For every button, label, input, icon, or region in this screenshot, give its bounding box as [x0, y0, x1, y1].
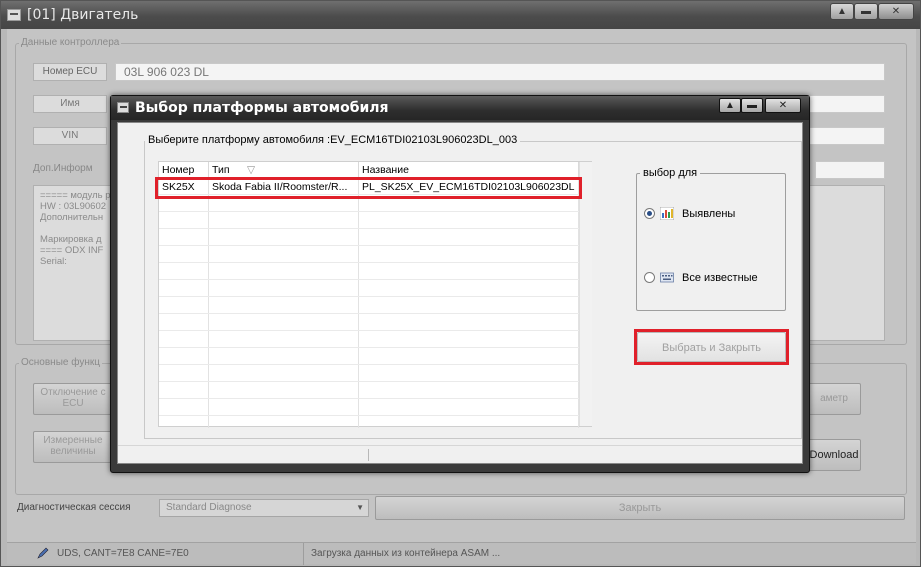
dialog-title: Выбор платформы автомобиля: [135, 100, 389, 116]
table-row: [159, 281, 579, 297]
disconnect-ecu-button[interactable]: Отключение с ECU: [33, 383, 113, 415]
table-row: [159, 332, 579, 348]
dialog-status-strip: [118, 445, 802, 463]
ecu-number-label: Номер ECU: [33, 63, 107, 81]
keyboard-icon: [660, 271, 674, 284]
info-line: Дополнительн: [40, 212, 104, 223]
radio-all-known[interactable]: [644, 272, 655, 283]
measured-values-button[interactable]: Измеренные величины: [33, 431, 113, 463]
close-button[interactable]: ✕: [878, 3, 914, 20]
minimize-button[interactable]: ▲: [830, 3, 854, 20]
radio-detected[interactable]: [644, 208, 655, 219]
table-row: [159, 315, 579, 331]
session-select[interactable]: Standard Diagnose ▼: [159, 499, 369, 517]
table-row: [159, 400, 579, 416]
status-divider: [368, 449, 369, 461]
sort-arrow-icon: ▽: [247, 164, 256, 176]
dialog-body: Выберите платформу автомобиля :EV_ECM16T…: [117, 122, 803, 464]
status-message: Загрузка данных из контейнера ASAM ...: [311, 548, 501, 559]
close-main-button[interactable]: Закрыть: [375, 496, 905, 520]
info-line: Serial:: [40, 256, 67, 267]
info-line: [40, 223, 111, 234]
table-row: [159, 366, 579, 382]
parameter-button[interactable]: аметр: [807, 383, 861, 415]
column-header-name[interactable]: Название: [359, 162, 579, 178]
info-line: Маркировка д: [40, 234, 102, 245]
window-menu-icon[interactable]: [7, 9, 21, 21]
platform-dialog: Выбор платформы автомобиля ▲ ▬ ✕ Выберит…: [110, 95, 810, 473]
status-divider: [303, 543, 304, 565]
option-all-known[interactable]: Все известные: [644, 271, 774, 287]
table-row: [159, 383, 579, 399]
option-all-known-label: Все известные: [682, 272, 758, 284]
table-scrollbar[interactable]: [579, 162, 592, 426]
bar-chart-icon: [659, 206, 675, 221]
choice-group: [636, 173, 786, 311]
column-header-type-label: Тип: [212, 164, 230, 176]
session-label: Диагностическая сессия: [17, 502, 131, 513]
ecu-number-field[interactable]: 03L 906 023 DL: [115, 63, 885, 81]
session-value: Standard Diagnose: [166, 502, 252, 513]
info-line: ==== ODX INF: [40, 245, 104, 256]
table-row: [159, 213, 579, 229]
table-row: [159, 247, 579, 263]
pen-icon: [37, 547, 49, 559]
option-detected[interactable]: Выявлены: [644, 206, 774, 223]
info-line: HW : 03L90602: [40, 201, 107, 212]
main-window-title: [01] Двигатель: [27, 7, 139, 23]
maximize-button[interactable]: ▬: [854, 3, 878, 20]
main-title-bar[interactable]: [01] Двигатель ▲ ▬ ✕: [1, 1, 920, 29]
platform-group-label: Выберите платформу автомобиля :EV_ECM16T…: [145, 134, 521, 146]
platform-table[interactable]: Номер Тип ▽ Название SK25X Skoda Fabia I…: [158, 161, 592, 428]
status-protocol: UDS, CANT=7E8 CANE=7E0: [57, 548, 189, 559]
column-header-number[interactable]: Номер: [159, 162, 209, 178]
name-label: Имя: [33, 95, 107, 113]
choice-group-label: выбор для: [640, 167, 701, 179]
vin-label: VIN: [33, 127, 107, 145]
window-menu-icon[interactable]: [117, 102, 129, 113]
column-header-type[interactable]: Тип ▽: [209, 162, 359, 178]
table-row: [159, 298, 579, 314]
option-detected-label: Выявлены: [682, 208, 736, 220]
info-label: Доп.Информ: [33, 163, 93, 174]
download-button[interactable]: Download: [807, 439, 861, 471]
dialog-title-bar[interactable]: Выбор платформы автомобиля ▲ ▬ ✕: [111, 96, 809, 120]
info-line: ===== модуль р: [40, 190, 111, 201]
row-highlight-box: [155, 177, 582, 199]
status-bar: UDS, CANT=7E8 CANE=7E0 Загрузка данных и…: [7, 542, 916, 565]
table-row: [159, 264, 579, 280]
dialog-minimize-button[interactable]: ▲: [719, 98, 741, 113]
select-and-close-button[interactable]: Выбрать и Закрыть: [637, 332, 786, 362]
table-row: [159, 349, 579, 365]
dialog-close-button[interactable]: ✕: [765, 98, 801, 113]
chevron-down-icon: ▼: [356, 503, 364, 512]
functions-label: Основные функц: [19, 357, 102, 368]
table-row: [159, 230, 579, 246]
dialog-maximize-button[interactable]: ▬: [741, 98, 763, 113]
controller-data-label: Данные контроллера: [19, 37, 122, 48]
info-field[interactable]: [815, 161, 885, 179]
